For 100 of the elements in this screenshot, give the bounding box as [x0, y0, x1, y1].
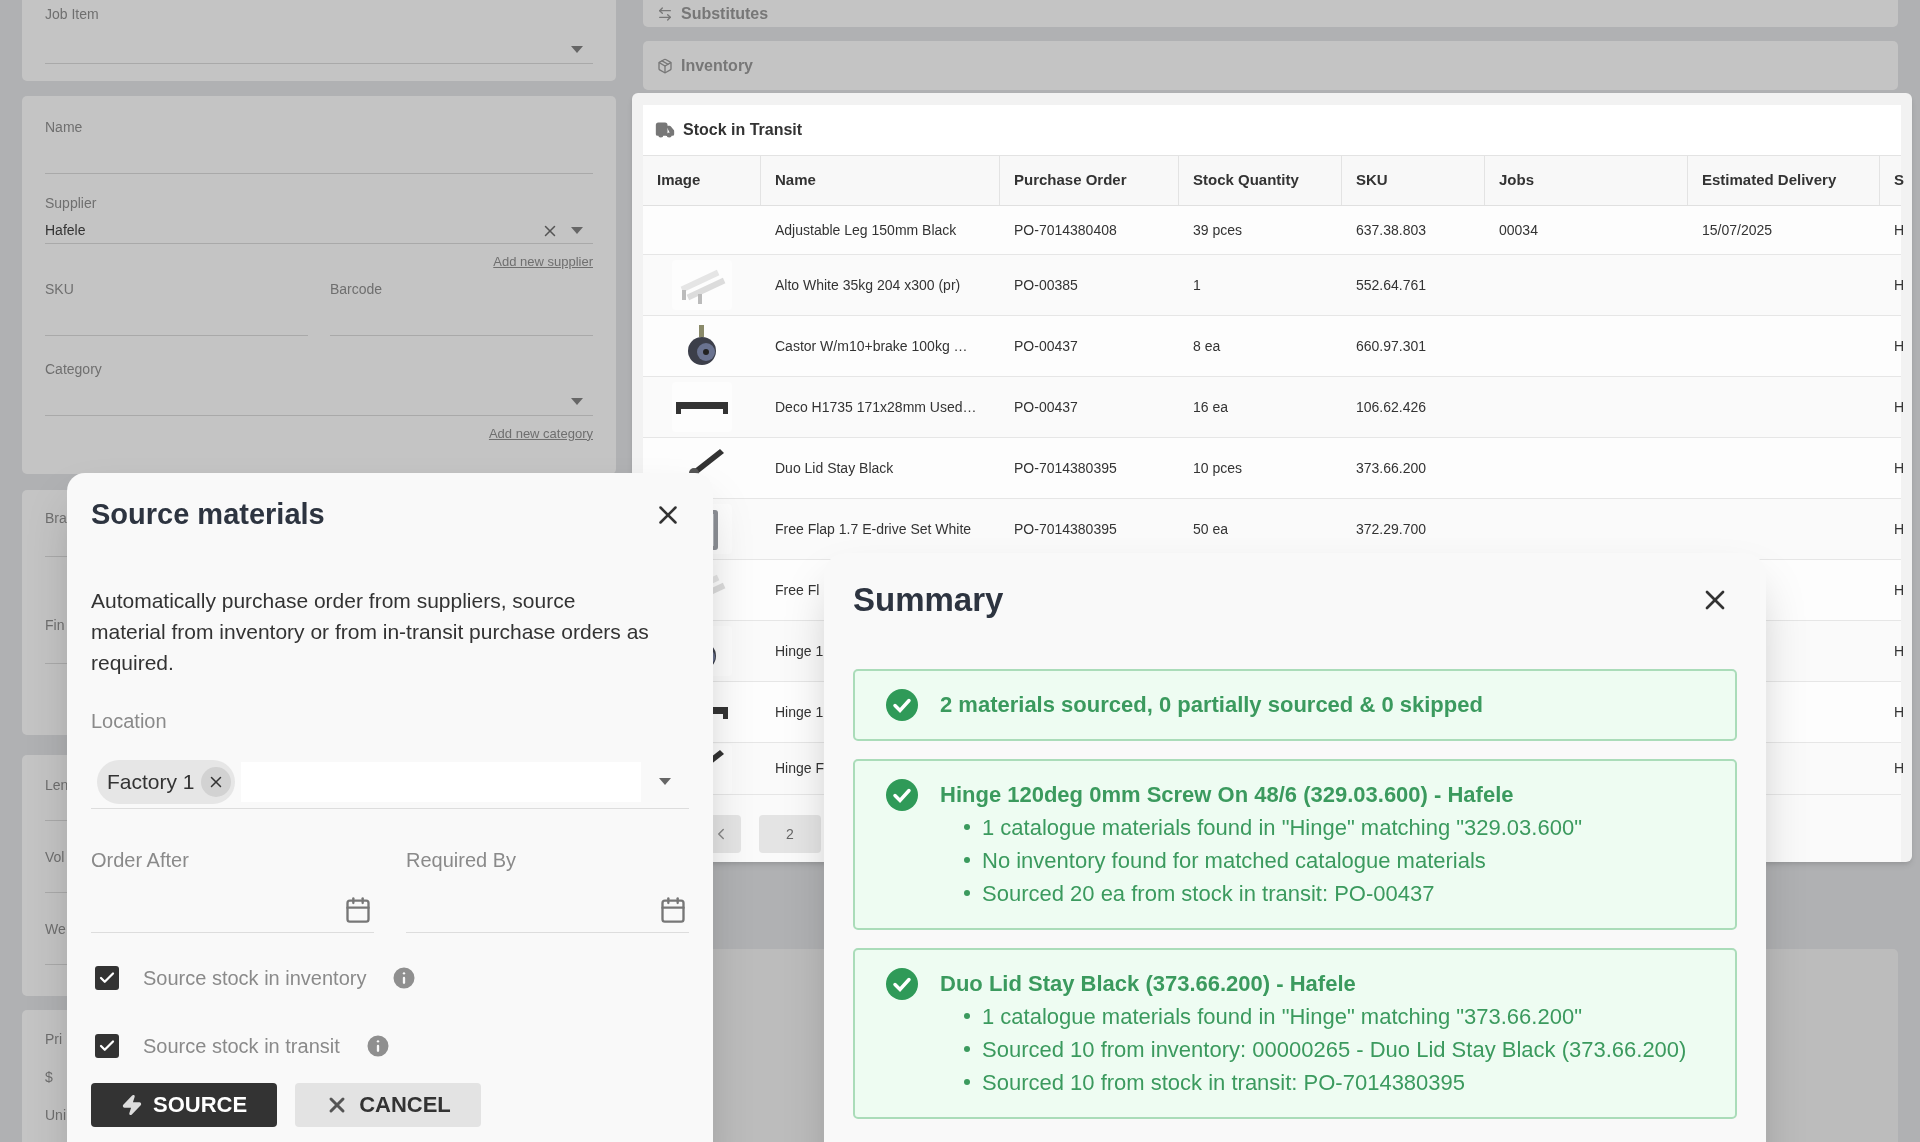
dropdown-caret-icon[interactable]	[571, 227, 583, 234]
bullet-icon	[964, 1012, 970, 1019]
truck-icon	[655, 120, 675, 140]
table-cell-text: 106.62.426	[1356, 397, 1427, 417]
result-detail: Sourced 20 ea from stock in transit: PO-00437	[982, 879, 1435, 908]
table-cell-text: 1	[1193, 275, 1201, 295]
table-cell-text: H	[1894, 580, 1905, 600]
field-label: Uni	[45, 1106, 66, 1124]
table-cell-text: 660.97.301	[1356, 336, 1427, 356]
table-cell-text: H	[1894, 759, 1905, 778]
table-cell-text: Free Fl	[775, 580, 820, 600]
field-label: Order After	[91, 847, 190, 873]
column-header[interactable]: Stock Quantity	[1179, 156, 1342, 205]
page-button[interactable]: 2	[759, 815, 821, 853]
section-title: Inventory	[681, 55, 753, 76]
table-cell-text: Hinge 1	[775, 702, 824, 722]
result-title: Duo Lid Stay Black (373.66.200) - Hafele	[940, 969, 1357, 998]
table-cell-text: Hinge 1	[775, 641, 824, 661]
table-cell-text: Duo Lid Stay Black	[775, 458, 894, 478]
table-cell-text: 8 ea	[1193, 336, 1221, 356]
cancel-button[interactable]: CANCEL	[295, 1082, 481, 1127]
check-circle-icon	[886, 778, 918, 811]
chip-remove-icon[interactable]	[200, 766, 231, 797]
result-detail: Sourced 10 from inventory: 00000265 - Duo Lid Stay Black (373.66.200)	[982, 1035, 1687, 1064]
calendar-icon[interactable]	[659, 896, 687, 924]
field-label: Pri	[45, 1030, 63, 1048]
field-value: Hafele	[45, 221, 87, 240]
field-label: Name	[45, 118, 84, 136]
table-cell-text: PO-7014380395	[1014, 519, 1117, 539]
calendar-icon[interactable]	[344, 896, 372, 924]
bullet-icon	[964, 856, 970, 863]
result-title: Hinge 120deg 0mm Screw On 48/6 (329.03.600) - Hafele	[940, 780, 1515, 809]
result-title: 2 materials sourced, 0 partially sourced & 0 skipped	[940, 690, 1483, 719]
field-label: Vol	[45, 848, 65, 866]
dropdown-caret-icon[interactable]	[571, 46, 583, 53]
table-cell-text: 373.66.200	[1356, 458, 1427, 478]
field-label: $	[45, 1068, 53, 1086]
field-label: Barcode	[330, 279, 384, 298]
table-cell-text: H	[1894, 275, 1905, 295]
result-detail: 1 catalogue materials found in "Hinge" matching "329.03.600"	[982, 813, 1582, 842]
table-cell-text: 16 ea	[1193, 397, 1229, 417]
table-cell-text: 637.38.803	[1356, 220, 1427, 240]
table-cell-text: Castor W/m10+brake 100kg …	[775, 336, 968, 356]
result-detail: No inventory found for matched catalogue materials	[982, 846, 1486, 875]
table-cell-text: Alto White 35kg 204 x300 (pr)	[775, 275, 961, 295]
table-cell-text: H	[1894, 220, 1905, 240]
table-cell-text: 552.64.761	[1356, 275, 1427, 295]
table-cell-text: Deco H1735 171x28mm Used…	[775, 397, 977, 417]
column-header[interactable]: Jobs	[1485, 156, 1688, 205]
table-cell-text: 10 pces	[1193, 458, 1243, 478]
swap-arrows-icon	[657, 5, 673, 22]
dropdown-caret-icon[interactable]	[571, 397, 583, 405]
checkbox[interactable]	[95, 965, 119, 990]
column-header[interactable]: Estimated Delivery	[1688, 156, 1880, 205]
result-detail: Sourced 10 from stock in transit: PO-7014380395	[982, 1068, 1466, 1097]
column-header[interactable]: Image	[643, 156, 761, 205]
source-button[interactable]: SOURCE	[91, 1082, 278, 1127]
check-circle-icon	[886, 688, 918, 721]
option-label: Source stock in transit	[143, 1033, 340, 1059]
table-cell-text: PO-00437	[1014, 336, 1078, 356]
table-cell-text: H	[1894, 397, 1905, 417]
table-cell-text: 39 pces	[1193, 220, 1243, 240]
chip-label: Factory 1	[107, 768, 195, 795]
option-label: Source stock in inventory	[143, 965, 367, 991]
bullet-icon	[964, 889, 970, 896]
select-field[interactable]: Hafele	[45, 218, 593, 244]
table-cell-text: H	[1894, 336, 1905, 356]
result-detail: 1 catalogue materials found in "Hinge" matching "373.66.200"	[982, 1002, 1582, 1031]
box-icon	[657, 57, 673, 74]
dialog-description: Automatically purchase order from suppliers, source material from inventory or from in-transit purchase orders as required.	[91, 587, 650, 676]
bullet-icon	[964, 823, 970, 830]
column-header[interactable]: Purchase Order	[1000, 156, 1179, 205]
table-cell-text: 15/07/2025	[1702, 220, 1773, 240]
lightning-icon	[121, 1093, 143, 1116]
field-label: Supplier	[45, 194, 98, 212]
column-header[interactable]: SKU	[1342, 156, 1485, 205]
table-cell-text: PO-7014380395	[1014, 458, 1117, 478]
location-chip[interactable]: Factory 1	[97, 759, 235, 804]
field-label: Fin	[45, 616, 65, 634]
table-cell-text: H	[1894, 641, 1905, 661]
dialog-title: Source materials	[91, 497, 325, 532]
table-cell-text: PO-00437	[1014, 397, 1078, 417]
dialog-title: Summary	[853, 580, 1004, 620]
dropdown-caret-icon[interactable]	[659, 778, 671, 785]
bullet-icon	[964, 1045, 970, 1052]
table-cell-text: 50 ea	[1193, 519, 1229, 539]
field-label: Bra	[45, 509, 67, 527]
table-cell-text: Hinge F	[775, 759, 825, 778]
field-label: SKU	[45, 279, 75, 298]
table-cell-text: H	[1894, 458, 1905, 478]
column-header[interactable]: S	[1880, 156, 1912, 205]
table-cell-text: Adjustable Leg 150mm Black	[775, 220, 957, 240]
field-label: Len	[45, 776, 69, 794]
panel-title: Stock in Transit	[683, 120, 803, 140]
section-title: Substitutes	[681, 3, 769, 24]
field-label: Job Item	[45, 6, 99, 22]
check-circle-icon	[886, 967, 918, 1000]
table-cell-text: Free Flap 1.7 E-drive Set White	[775, 519, 972, 539]
column-header[interactable]: Name	[761, 156, 1000, 205]
checkbox[interactable]	[95, 1033, 119, 1058]
